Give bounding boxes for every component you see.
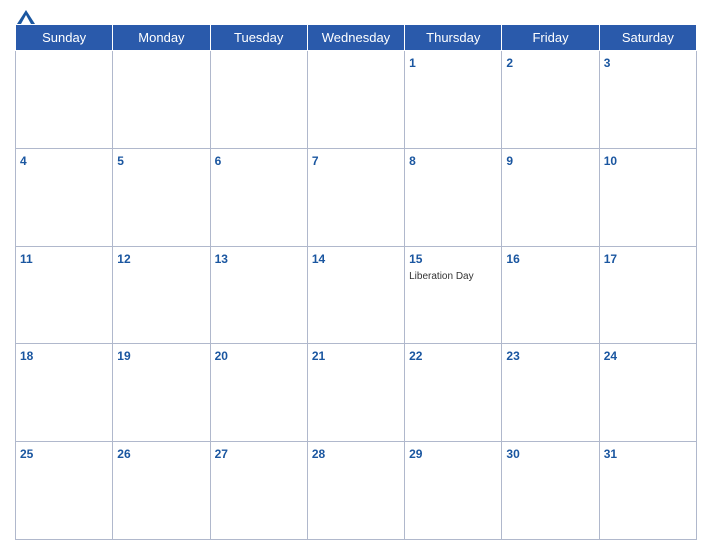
calendar-cell: 2: [502, 51, 599, 149]
calendar-week-row: 1 2 3: [16, 51, 697, 149]
calendar-cell: 10: [599, 148, 696, 246]
calendar-cell: [307, 51, 404, 149]
day-number: 26: [117, 447, 130, 461]
day-number: 10: [604, 154, 617, 168]
calendar-cell: 9: [502, 148, 599, 246]
day-number: 1: [409, 56, 416, 70]
calendar-cell: 19: [113, 344, 210, 442]
calendar-cell: 29: [405, 442, 502, 540]
day-number: 15: [409, 252, 422, 266]
day-number: 6: [215, 154, 222, 168]
day-number: 24: [604, 349, 617, 363]
weekday-header-sunday: Sunday: [16, 25, 113, 51]
weekday-header-thursday: Thursday: [405, 25, 502, 51]
logo-icon: [17, 10, 35, 24]
day-number: 18: [20, 349, 33, 363]
day-number: 23: [506, 349, 519, 363]
calendar-cell: 14: [307, 246, 404, 344]
day-number: 13: [215, 252, 228, 266]
calendar-week-row: 4 5 6 7 8 9 10: [16, 148, 697, 246]
day-number: 28: [312, 447, 325, 461]
calendar-cell: [113, 51, 210, 149]
calendar-cell: 24: [599, 344, 696, 442]
day-number: 30: [506, 447, 519, 461]
calendar-cell: 3: [599, 51, 696, 149]
calendar-cell: 4: [16, 148, 113, 246]
calendar-cell: 13: [210, 246, 307, 344]
day-number: 16: [506, 252, 519, 266]
day-number: 20: [215, 349, 228, 363]
weekday-header-saturday: Saturday: [599, 25, 696, 51]
weekday-header-tuesday: Tuesday: [210, 25, 307, 51]
calendar-cell: 1: [405, 51, 502, 149]
day-number: 19: [117, 349, 130, 363]
calendar-cell: [210, 51, 307, 149]
weekday-header-row: SundayMondayTuesdayWednesdayThursdayFrid…: [16, 25, 697, 51]
calendar-cell: 23: [502, 344, 599, 442]
calendar-cell: 30: [502, 442, 599, 540]
day-number: 25: [20, 447, 33, 461]
calendar-cell: 16: [502, 246, 599, 344]
logo: [15, 10, 35, 24]
calendar-cell: [16, 51, 113, 149]
calendar-week-row: 18 19 20 21 22 23 24: [16, 344, 697, 442]
day-number: 31: [604, 447, 617, 461]
day-number: 4: [20, 154, 27, 168]
calendar-cell: 7: [307, 148, 404, 246]
weekday-header-friday: Friday: [502, 25, 599, 51]
day-number: 2: [506, 56, 513, 70]
weekday-header-wednesday: Wednesday: [307, 25, 404, 51]
day-number: 21: [312, 349, 325, 363]
calendar-cell: 22: [405, 344, 502, 442]
day-number: 11: [20, 252, 33, 266]
holiday-label: Liberation Day: [409, 270, 497, 283]
calendar-week-row: 25 26 27 28 29 30 31: [16, 442, 697, 540]
calendar-week-row: 11 12 13 14 15 Liberation Day 16 17: [16, 246, 697, 344]
calendar-cell: 8: [405, 148, 502, 246]
calendar-cell: 6: [210, 148, 307, 246]
day-number: 3: [604, 56, 611, 70]
calendar-cell: 12: [113, 246, 210, 344]
calendar-cell: 31: [599, 442, 696, 540]
calendar-cell: 21: [307, 344, 404, 442]
day-number: 7: [312, 154, 319, 168]
calendar-cell: 5: [113, 148, 210, 246]
day-number: 17: [604, 252, 617, 266]
weekday-header-monday: Monday: [113, 25, 210, 51]
calendar-cell: 26: [113, 442, 210, 540]
calendar-cell: 11: [16, 246, 113, 344]
calendar-cell: 18: [16, 344, 113, 442]
calendar-cell: 17: [599, 246, 696, 344]
calendar-header: [15, 10, 697, 18]
calendar-cell: 15 Liberation Day: [405, 246, 502, 344]
day-number: 9: [506, 154, 513, 168]
calendar-cell: 25: [16, 442, 113, 540]
day-number: 8: [409, 154, 416, 168]
day-number: 5: [117, 154, 124, 168]
day-number: 29: [409, 447, 422, 461]
calendar-table: SundayMondayTuesdayWednesdayThursdayFrid…: [15, 24, 697, 540]
calendar-cell: 27: [210, 442, 307, 540]
day-number: 14: [312, 252, 325, 266]
calendar-cell: 28: [307, 442, 404, 540]
calendar-cell: 20: [210, 344, 307, 442]
day-number: 27: [215, 447, 228, 461]
calendar-wrapper: SundayMondayTuesdayWednesdayThursdayFrid…: [0, 0, 712, 550]
day-number: 12: [117, 252, 130, 266]
day-number: 22: [409, 349, 422, 363]
